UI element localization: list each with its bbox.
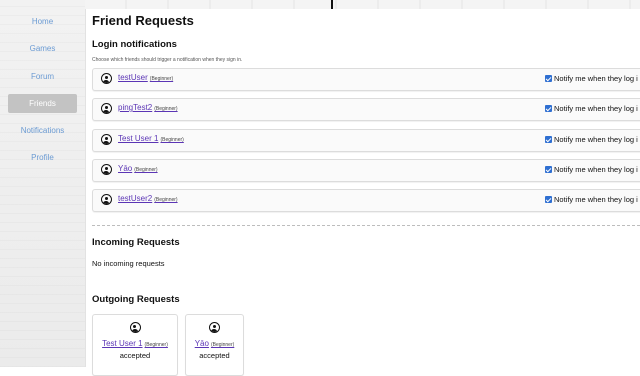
checkbox-checked-icon[interactable] [545, 136, 552, 143]
friend-name-link[interactable]: testUser (Beginner) [118, 73, 173, 82]
notify-checkbox[interactable]: Notify me when they log i [545, 104, 638, 113]
notify-label: Notify me when they log i [554, 165, 638, 174]
notify-checkbox[interactable]: Notify me when they log i [545, 74, 638, 83]
friend-level: (Beginner) [154, 106, 178, 112]
section-divider [92, 225, 640, 226]
incoming-requests-heading: Incoming Requests [92, 237, 180, 248]
user-circle-icon [101, 103, 112, 114]
incoming-empty-text: No incoming requests [92, 259, 165, 268]
notify-label: Notify me when they log i [554, 195, 638, 204]
checkbox-checked-icon[interactable] [545, 166, 552, 173]
notify-checkbox[interactable]: Notify me when they log i [545, 195, 638, 204]
login-notifications-hint: Choose which friends should trigger a no… [92, 57, 243, 63]
user-circle-icon [101, 194, 112, 205]
outgoing-requests-heading: Outgoing Requests [92, 294, 180, 305]
friend-row: testUser (Beginner) Notify me when they l… [92, 68, 640, 91]
request-level: (Beginner) [144, 342, 168, 348]
sidebar-item-games[interactable]: Games [8, 39, 77, 58]
friend-row: pingTest2 (Beginner) Notify me when they … [92, 98, 640, 121]
friend-name-link[interactable]: testUser2 (Beginner) [118, 194, 178, 203]
user-circle-icon [101, 134, 112, 145]
request-level: (Beginner) [210, 342, 235, 348]
friend-name-link[interactable]: Yāo (Beginner) [118, 164, 158, 173]
top-decor-strip [85, 0, 640, 9]
notify-label: Notify me when they log i [554, 104, 638, 113]
sidebar: Home Games Forum Friends Notifications P… [0, 0, 86, 367]
top-decor-mark [331, 0, 333, 9]
sidebar-item-notifications[interactable]: Notifications [0, 121, 85, 140]
request-name-link[interactable]: Test User 1 (Beginner) [93, 339, 177, 348]
sidebar-item-friends[interactable]: Friends [8, 94, 77, 113]
friend-level: (Beginner) [134, 167, 158, 173]
friend-level: (Beginner) [160, 137, 184, 143]
friend-level: (Beginner) [154, 197, 178, 203]
sidebar-item-profile[interactable]: Profile [8, 148, 77, 167]
friend-name-link[interactable]: Test User 1 (Beginner) [118, 134, 184, 143]
sidebar-item-forum[interactable]: Forum [8, 67, 77, 86]
notify-label: Notify me when they log i [554, 74, 638, 83]
request-status: accepted [119, 351, 151, 360]
checkbox-checked-icon[interactable] [545, 196, 552, 203]
friend-level: (Beginner) [149, 76, 174, 82]
request-name-link[interactable]: Yāo (Beginner) [186, 339, 243, 348]
request-status: accepted [199, 351, 230, 360]
friend-name-link[interactable]: pingTest2 (Beginner) [118, 103, 178, 112]
friend-row: testUser2 (Beginner) Notify me when they … [92, 189, 640, 212]
notify-label: Notify me when they log i [554, 135, 638, 144]
checkbox-checked-icon[interactable] [545, 105, 552, 112]
page-title: Friend Requests [92, 13, 194, 28]
friend-row: Test User 1 (Beginner) Notify me when the… [92, 129, 640, 152]
friend-row: Yāo (Beginner) Notify me when they log i [92, 159, 640, 182]
notify-checkbox[interactable]: Notify me when they log i [545, 165, 638, 174]
user-circle-icon [101, 164, 112, 175]
sidebar-item-home[interactable]: Home [8, 12, 77, 31]
notify-checkbox[interactable]: Notify me when they log i [545, 135, 638, 144]
checkbox-checked-icon[interactable] [545, 75, 552, 82]
user-circle-icon [209, 322, 220, 333]
login-notifications-heading: Login notifications [92, 39, 177, 50]
user-circle-icon [129, 322, 141, 333]
user-circle-icon [101, 73, 112, 84]
